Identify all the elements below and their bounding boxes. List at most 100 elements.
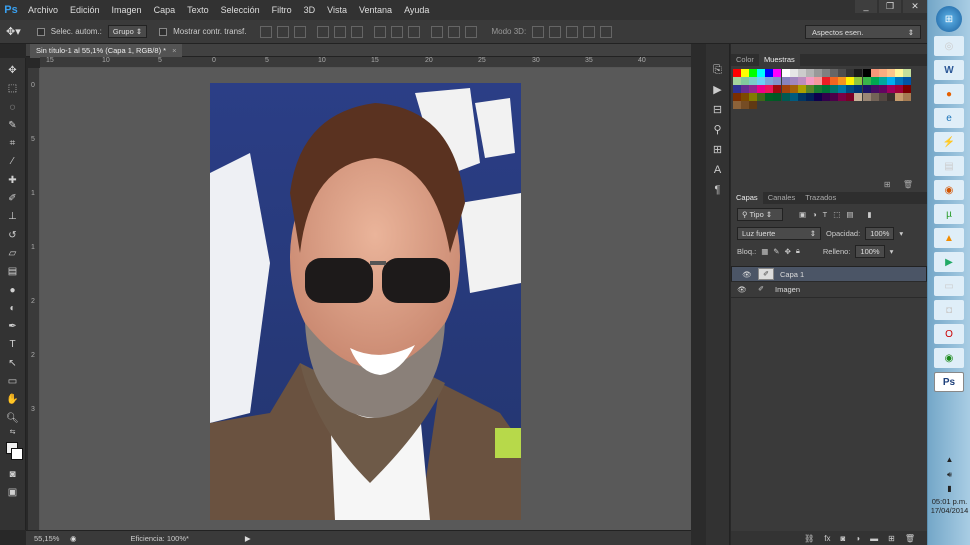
swatch[interactable] xyxy=(813,93,822,101)
swatch[interactable] xyxy=(813,85,822,93)
visibility-eye-icon[interactable]: 👁︎ xyxy=(731,285,753,294)
filter-smart-icon[interactable]: ▤ xyxy=(846,210,853,219)
align-vcenter-icon[interactable] xyxy=(277,25,290,38)
fill-input[interactable]: 100% xyxy=(855,244,885,258)
zoom-tool-icon[interactable]: 🔍︎ xyxy=(4,410,22,428)
layer-row[interactable]: 👁︎ ✐ Imagen xyxy=(731,282,927,298)
new-swatch-icon[interactable]: ⊞ xyxy=(884,180,891,189)
delete-layer-icon[interactable]: 🗑︎ xyxy=(905,534,915,543)
swatch[interactable] xyxy=(749,77,758,85)
move-tool-icon[interactable]: ✥▾ xyxy=(6,25,21,38)
align-top-icon[interactable] xyxy=(260,25,273,38)
swatch[interactable] xyxy=(894,69,903,77)
swatch[interactable] xyxy=(886,85,895,93)
swatch[interactable] xyxy=(797,85,806,93)
swatch[interactable] xyxy=(862,69,871,77)
rotate-3d-icon[interactable] xyxy=(532,25,545,38)
swatch[interactable] xyxy=(830,69,839,77)
swatch[interactable] xyxy=(838,85,847,93)
rectangle-tool-icon[interactable]: ▭ xyxy=(4,373,22,391)
swatch[interactable] xyxy=(870,77,879,85)
app-icon[interactable]: ⚡ xyxy=(934,132,964,152)
align-hcenter-icon[interactable] xyxy=(334,25,347,38)
layer-row[interactable]: 👁︎ ✐ Capa 1 xyxy=(731,266,927,282)
lock-pixels-icon[interactable]: ✎ xyxy=(773,247,779,256)
tab-paths[interactable]: Trazados xyxy=(800,192,841,204)
blur-tool-icon[interactable]: ● xyxy=(4,282,22,300)
status-menu-icon[interactable]: ◉ xyxy=(70,534,77,543)
quick-mask-icon[interactable]: ◙ xyxy=(4,466,22,484)
distribute-right-icon[interactable] xyxy=(465,25,478,38)
brush-tool-icon[interactable]: ✐ xyxy=(4,190,22,208)
swatch[interactable] xyxy=(902,77,911,85)
filter-shape-icon[interactable]: ⬚ xyxy=(833,210,840,219)
dodge-tool-icon[interactable]: ◐ xyxy=(4,300,22,318)
swatch[interactable] xyxy=(781,93,790,101)
swatch[interactable] xyxy=(765,85,774,93)
swatch[interactable] xyxy=(862,77,871,85)
lock-transparent-icon[interactable]: ▦ xyxy=(761,247,768,256)
swatch[interactable] xyxy=(757,85,766,93)
opacity-input[interactable]: 100% xyxy=(865,226,895,240)
swatch[interactable] xyxy=(805,69,814,77)
restore-button[interactable]: ❐ xyxy=(879,0,901,13)
swatch[interactable] xyxy=(749,101,758,109)
volume-icon[interactable]: 🔊︎ xyxy=(928,470,970,480)
swatch[interactable] xyxy=(789,85,798,93)
swatch[interactable] xyxy=(733,93,741,101)
swatch[interactable] xyxy=(765,69,774,77)
swatch[interactable] xyxy=(878,85,887,93)
swatch[interactable] xyxy=(773,85,782,93)
drag-3d-icon[interactable] xyxy=(566,25,579,38)
swatch[interactable] xyxy=(902,85,911,93)
zoom-level[interactable]: 55,15% xyxy=(34,534,66,543)
swatch[interactable] xyxy=(813,69,822,77)
link-layers-icon[interactable]: ⛓︎ xyxy=(804,534,814,543)
battery-icon[interactable]: ▮ xyxy=(928,484,970,493)
swatch[interactable] xyxy=(878,77,887,85)
healing-brush-tool-icon[interactable]: ✚ xyxy=(4,172,22,190)
close-button[interactable]: ✕ xyxy=(903,0,927,13)
swatch[interactable] xyxy=(838,69,847,77)
lasso-tool-icon[interactable]: ◌ xyxy=(4,99,22,117)
menu-texto[interactable]: Texto xyxy=(181,0,215,20)
history-panel-icon[interactable]: ⎘ xyxy=(710,62,726,78)
swatch[interactable] xyxy=(870,85,879,93)
visibility-eye-icon[interactable]: 👁︎ xyxy=(736,270,758,279)
swatch[interactable] xyxy=(854,93,863,101)
swatch[interactable] xyxy=(797,69,806,77)
swatch[interactable] xyxy=(749,93,758,101)
swatch[interactable] xyxy=(870,93,879,101)
auto-select-checkbox[interactable] xyxy=(36,27,45,36)
layer-filter-dropdown[interactable]: ⚲ Tipo ⇕ xyxy=(737,207,783,221)
tab-color[interactable]: Color xyxy=(731,54,759,66)
roll-3d-icon[interactable] xyxy=(549,25,562,38)
swatch[interactable] xyxy=(741,69,750,77)
opacity-arrow-icon[interactable]: ▾ xyxy=(899,229,903,238)
status-arrow-icon[interactable]: ▶ xyxy=(245,534,251,543)
swatch[interactable] xyxy=(894,85,903,93)
swatch[interactable] xyxy=(797,77,806,85)
swatch[interactable] xyxy=(741,85,750,93)
menu-imagen[interactable]: Imagen xyxy=(106,0,148,20)
firefox-icon[interactable]: ● xyxy=(934,84,964,104)
swatch[interactable] xyxy=(878,69,887,77)
swatch[interactable] xyxy=(854,85,863,93)
swatch[interactable] xyxy=(733,69,741,77)
swatch[interactable] xyxy=(773,77,782,85)
swatch[interactable] xyxy=(813,77,822,85)
swatch[interactable] xyxy=(741,101,750,109)
utorrent-icon[interactable]: µ xyxy=(934,204,964,224)
monitor-icon[interactable]: ▭ xyxy=(934,276,964,296)
vlc-icon[interactable]: ▲ xyxy=(934,228,964,248)
clock-date[interactable]: 17/04/2014 xyxy=(928,506,970,515)
swatch[interactable] xyxy=(789,77,798,85)
swatch[interactable] xyxy=(733,85,741,93)
swatch[interactable] xyxy=(773,93,782,101)
swatch[interactable] xyxy=(733,101,741,109)
document-tab[interactable]: Sin título-1 al 55,1% (Capa 1, RGB/8) * × xyxy=(30,44,183,58)
swatch[interactable] xyxy=(789,93,798,101)
menu-ayuda[interactable]: Ayuda xyxy=(398,0,435,20)
character-panel-icon[interactable]: A xyxy=(710,162,726,178)
swatch[interactable] xyxy=(870,69,879,77)
